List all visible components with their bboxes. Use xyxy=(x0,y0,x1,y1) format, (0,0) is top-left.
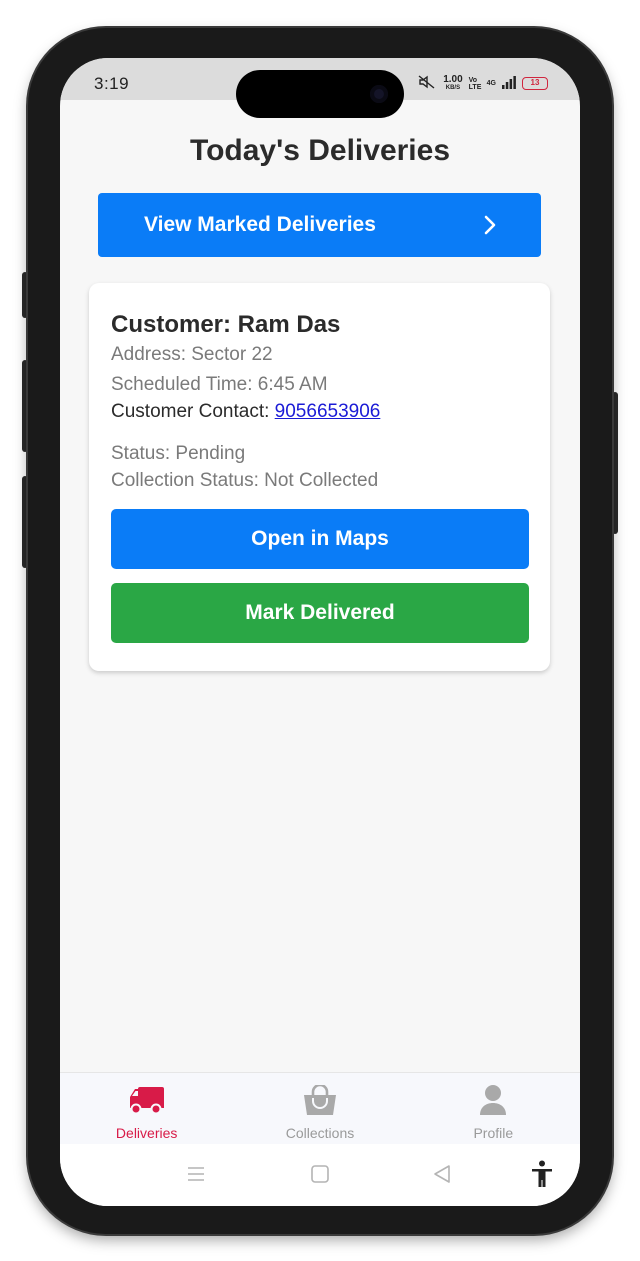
tab-profile-label: Profile xyxy=(473,1125,514,1141)
status-time: 3:19 xyxy=(94,74,130,93)
system-nav-bar xyxy=(60,1144,580,1206)
status-icons: 1.00 KB/S Vo LTE 4G 13 xyxy=(417,73,548,92)
dynamic-island xyxy=(236,70,404,118)
truck-icon xyxy=(128,1085,166,1120)
bottom-tab-bar: Deliveries Collections Profile xyxy=(60,1072,580,1144)
back-icon[interactable] xyxy=(432,1164,452,1189)
delivery-card: Customer: Ram Das Address: Sector 22 Sch… xyxy=(89,283,550,671)
accessibility-icon[interactable] xyxy=(530,1160,554,1193)
camera-icon xyxy=(370,85,388,103)
mark-delivered-button[interactable]: Mark Delivered xyxy=(111,583,529,643)
customer-name: Customer: Ram Das xyxy=(111,311,341,338)
network-speed: 1.00 KB/S xyxy=(443,73,463,92)
collection-status: Collection Status: Not Collected xyxy=(111,470,379,491)
power-button xyxy=(612,392,618,534)
person-icon xyxy=(474,1085,512,1120)
delivery-address: Address: Sector 22 xyxy=(111,344,273,365)
tab-deliveries[interactable]: Deliveries xyxy=(60,1073,233,1144)
scheduled-time: Scheduled Time: 6:45 AM xyxy=(111,374,328,395)
open-in-maps-button[interactable]: Open in Maps xyxy=(111,509,529,569)
shopping-bag-icon xyxy=(301,1083,339,1120)
customer-phone-link[interactable]: 9056653906 xyxy=(275,401,381,422)
battery-icon: 13 xyxy=(522,77,548,90)
chevron-right-icon xyxy=(483,215,497,235)
home-icon[interactable] xyxy=(310,1164,330,1189)
speed-unit: KB/S xyxy=(445,84,461,91)
app-screen: 3:19 1.00 KB/S Vo LTE 4G 13 Today's Deli… xyxy=(60,58,580,1206)
tab-collections[interactable]: Collections xyxy=(233,1073,406,1144)
page-title: Today's Deliveries xyxy=(189,134,451,167)
view-marked-deliveries-button[interactable]: View Marked Deliveries xyxy=(98,193,541,257)
view-marked-deliveries-label: View Marked Deliveries xyxy=(144,213,376,236)
speed-value: 1.00 xyxy=(443,73,463,85)
volte-badge: Vo LTE xyxy=(468,76,482,91)
customer-contact: Customer Contact: 9056653906 xyxy=(111,401,380,423)
customer-contact-label: Customer Contact: xyxy=(111,401,275,422)
menu-icon[interactable] xyxy=(186,1164,206,1189)
delivery-status: Status: Pending xyxy=(111,443,246,464)
mute-icon xyxy=(417,75,437,92)
tab-deliveries-label: Deliveries xyxy=(115,1125,178,1141)
signal-icon xyxy=(502,75,516,92)
tab-profile[interactable]: Profile xyxy=(407,1073,580,1144)
tab-collections-label: Collections xyxy=(285,1125,355,1141)
network-type: 4G xyxy=(486,80,496,87)
